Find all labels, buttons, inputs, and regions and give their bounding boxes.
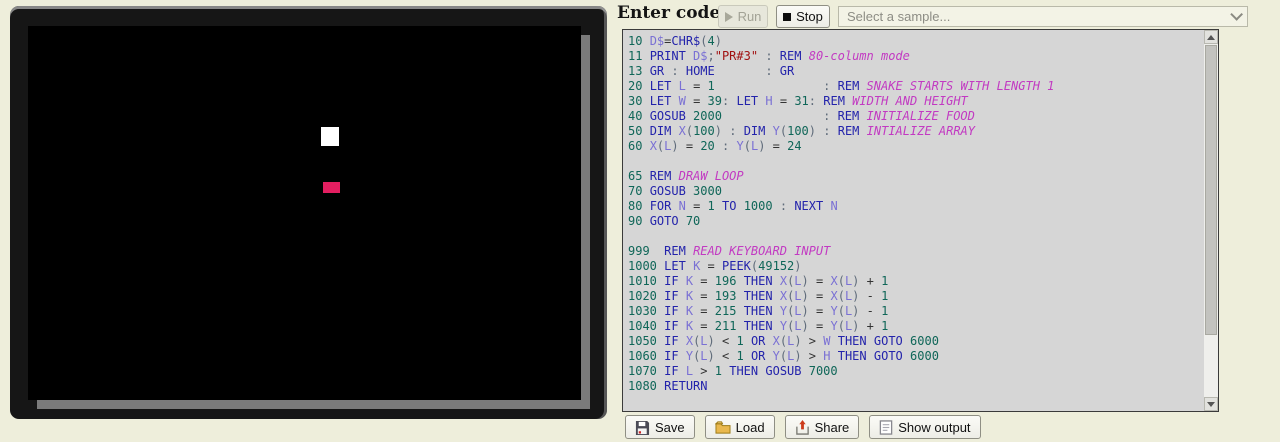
code-line: 11 PRINT D$;"PR#3" : REM 80-column mode [628, 49, 1204, 64]
scroll-up-button[interactable] [1204, 30, 1218, 44]
stop-button-label: Stop [796, 9, 823, 24]
play-icon [725, 12, 733, 22]
code-lines[interactable]: 10 D$=CHR$(4)11 PRINT D$;"PR#3" : REM 80… [623, 30, 1204, 411]
code-line: 40 GOSUB 2000 : REM INITIALIZE FOOD [628, 109, 1204, 124]
code-line [628, 394, 1204, 409]
code-line: 10 D$=CHR$(4) [628, 34, 1204, 49]
food-block [323, 182, 340, 193]
code-line: 30 LET W = 39: LET H = 31: REM WIDTH AND… [628, 94, 1204, 109]
sample-select-value: Select a sample... [847, 9, 1230, 24]
sample-select[interactable]: Select a sample... [838, 6, 1248, 27]
code-line: 20 LET L = 1 : REM SNAKE STARTS WITH LEN… [628, 79, 1204, 94]
chevron-down-icon [1230, 8, 1243, 21]
arrow-down-icon [1207, 402, 1215, 407]
arrow-up-icon [1207, 35, 1215, 40]
floppy-icon [635, 420, 650, 435]
share-button-label: Share [815, 420, 850, 435]
document-icon [879, 420, 893, 435]
load-button-label: Load [736, 420, 765, 435]
code-line: 60 X(L) = 20 : Y(L) = 24 [628, 139, 1204, 154]
snake-block [321, 127, 339, 146]
scrollbar-thumb[interactable] [1205, 45, 1217, 335]
editor-scrollbar[interactable] [1204, 30, 1218, 411]
code-line: 1010 IF K = 196 THEN X(L) = X(L) + 1 [628, 274, 1204, 289]
code-line: 1999 REM CREATE FOOD [628, 409, 1204, 411]
code-line: 1030 IF K = 215 THEN Y(L) = Y(L) - 1 [628, 304, 1204, 319]
code-line: 50 DIM X(100) : DIM Y(100) : REM INTIALI… [628, 124, 1204, 139]
code-line: 65 REM DRAW LOOP [628, 169, 1204, 184]
code-line: 1000 LET K = PEEK(49152) [628, 259, 1204, 274]
save-button[interactable]: Save [625, 415, 695, 439]
folder-icon [715, 420, 731, 435]
code-line: 70 GOSUB 3000 [628, 184, 1204, 199]
stop-button[interactable]: Stop [776, 5, 830, 28]
enter-code-label: Enter code: [617, 3, 727, 23]
code-line: 13 GR : HOME : GR [628, 64, 1204, 79]
show-output-button[interactable]: Show output [869, 415, 980, 439]
code-line: 90 GOTO 70 [628, 214, 1204, 229]
code-line: 1070 IF L > 1 THEN GOSUB 7000 [628, 364, 1204, 379]
code-editor: 10 D$=CHR$(4)11 PRINT D$;"PR#3" : REM 80… [622, 29, 1219, 412]
share-button[interactable]: Share [785, 415, 860, 439]
code-line: 1050 IF X(L) < 1 OR X(L) > W THEN GOTO 6… [628, 334, 1204, 349]
emulator-screen [28, 26, 581, 400]
run-button-label: Run [738, 9, 762, 24]
run-button[interactable]: Run [718, 5, 768, 28]
save-button-label: Save [655, 420, 685, 435]
emulator-monitor [10, 6, 607, 419]
code-line: 1040 IF K = 211 THEN Y(L) = Y(L) + 1 [628, 319, 1204, 334]
show-output-button-label: Show output [898, 420, 970, 435]
code-line: 1080 RETURN [628, 379, 1204, 394]
scroll-down-button[interactable] [1204, 397, 1218, 411]
code-line [628, 154, 1204, 169]
stop-icon [783, 13, 791, 21]
code-line [628, 229, 1204, 244]
action-bar: Save Load Share Show output [625, 415, 981, 439]
share-icon [795, 420, 810, 435]
code-line: 80 FOR N = 1 TO 1000 : NEXT N [628, 199, 1204, 214]
load-button[interactable]: Load [705, 415, 775, 439]
code-line: 1020 IF K = 193 THEN X(L) = X(L) - 1 [628, 289, 1204, 304]
code-line: 999 REM READ KEYBOARD INPUT [628, 244, 1204, 259]
code-line: 1060 IF Y(L) < 1 OR Y(L) > H THEN GOTO 6… [628, 349, 1204, 364]
